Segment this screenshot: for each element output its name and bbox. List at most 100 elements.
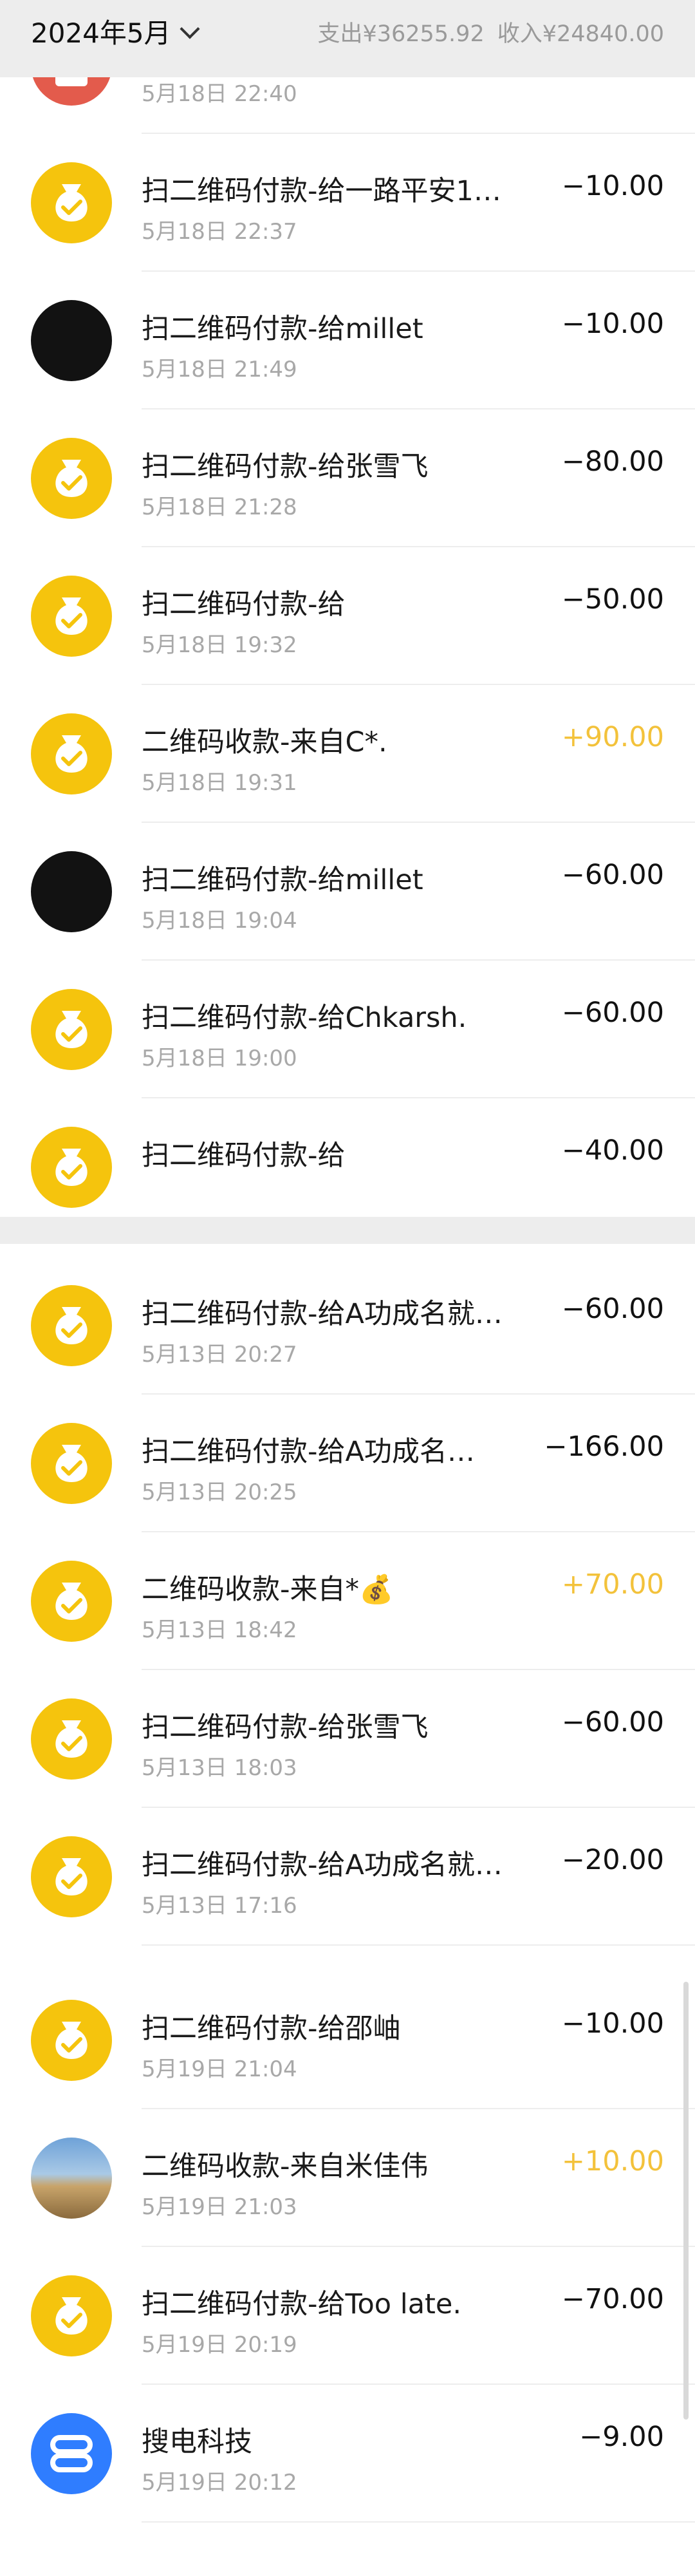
money-bag-icon bbox=[31, 1698, 112, 1780]
money-bag-icon bbox=[31, 2000, 112, 2081]
avatar bbox=[31, 300, 112, 381]
transaction-time: 5月19日 20:12 bbox=[142, 2470, 297, 2496]
money-bag-icon bbox=[31, 576, 112, 657]
transaction-time: 5月18日 22:40 bbox=[142, 81, 297, 107]
transaction-row[interactable]: 搜电科技 5月19日 20:12 −9.00 bbox=[0, 2385, 695, 2523]
transaction-time: 5月19日 20:19 bbox=[142, 2332, 297, 2358]
transaction-time: 5月13日 18:03 bbox=[142, 1755, 297, 1781]
income-total: 收入¥24840.00 bbox=[497, 21, 664, 47]
transaction-time: 5月13日 20:27 bbox=[142, 1342, 297, 1368]
transaction-row[interactable]: 扫二维码付款-给Chkarsh. 5月18日 19:00 −60.00 bbox=[0, 961, 695, 1098]
money-bag-icon bbox=[31, 162, 112, 243]
money-bag-icon bbox=[31, 713, 112, 794]
transaction-time: 5月19日 21:03 bbox=[142, 2194, 297, 2220]
transaction-amount: −166.00 bbox=[544, 1431, 665, 1463]
transaction-amount: −60.00 bbox=[561, 859, 664, 891]
transaction-list-section-3: 扫二维码付款-给邵岫 5月19日 21:04 −10.00 二维码收款-来自米佳伟 5月… bbox=[0, 1965, 695, 2576]
transaction-row[interactable]: 扫二维码付款-给Too late. 5月19日 20:19 −70.00 bbox=[0, 2247, 695, 2385]
transaction-amount: −20.00 bbox=[561, 1844, 664, 1876]
money-bag-icon bbox=[31, 1561, 112, 1642]
red-envelope-icon bbox=[31, 77, 112, 106]
transaction-list-section-2: 扫二维码付款-给A功成名就… 5月13日 20:27 −60.00 扫二维码付款-给A… bbox=[0, 1244, 695, 1965]
transaction-title: 扫二维码付款-给A功成名就… bbox=[142, 1849, 503, 1881]
transaction-row[interactable]: 扫二维码付款-给A功成名就… 5月13日 20:27 −60.00 bbox=[0, 1257, 695, 1395]
transaction-amount: −60.00 bbox=[561, 997, 664, 1029]
transaction-amount: −70.00 bbox=[561, 2283, 664, 2315]
transaction-row[interactable]: 扫二维码付款-给 5月18日 19:32 −50.00 bbox=[0, 547, 695, 685]
transaction-amount: −60.00 bbox=[561, 1293, 664, 1325]
bill-header: 2024年5月 支出¥36255.92 收入¥24840.00 bbox=[0, 0, 695, 77]
transaction-row[interactable]: 扫二维码付款-给张雪飞 5月13日 18:03 −60.00 bbox=[0, 1670, 695, 1808]
transaction-time: 5月18日 21:28 bbox=[142, 494, 297, 520]
transaction-amount: −10.00 bbox=[561, 308, 664, 340]
transaction-title: 扫二维码付款-给Chkarsh. bbox=[142, 1002, 467, 1034]
transaction-amount: −40.00 bbox=[561, 1134, 664, 1167]
transaction-row[interactable]: 扫二维码付款-给A功成名就… 5月13日 17:16 −20.00 bbox=[0, 1808, 695, 1946]
month-selector[interactable]: 2024年5月 bbox=[31, 12, 200, 51]
month-label: 2024年5月 bbox=[31, 17, 171, 49]
transaction-title: 二维码收款-来自米佳伟 bbox=[142, 2150, 429, 2183]
transaction-row[interactable]: 扫二维码付款-给millet 5月18日 21:49 −10.00 bbox=[0, 272, 695, 409]
money-bag-icon bbox=[31, 1285, 112, 1366]
transaction-row[interactable]: 二维码收款-来自*💰 5月13日 18:42 +70.00 bbox=[0, 1532, 695, 1670]
transaction-amount: +90.00 bbox=[561, 721, 664, 753]
transaction-amount: +70.00 bbox=[561, 1568, 664, 1601]
transaction-title: 扫二维码付款-给 bbox=[142, 1140, 346, 1172]
transaction-title: 扫二维码付款-给张雪飞 bbox=[142, 451, 429, 483]
transaction-title: 扫二维码付款-给A功成名就… bbox=[142, 1298, 503, 1330]
transaction-time: 5月13日 18:42 bbox=[142, 1617, 297, 1643]
transaction-time: 5月18日 22:37 bbox=[142, 219, 297, 245]
transaction-row[interactable]: 扫二维码付款-给A功成名… 5月13日 20:25 −166.00 bbox=[0, 1395, 695, 1532]
chevron-down-icon bbox=[180, 19, 200, 39]
transaction-title: 搜电科技 bbox=[142, 2426, 252, 2458]
screenshot-seam bbox=[0, 1217, 695, 1244]
transaction-row[interactable]: 二维码收款-来自米佳伟 5月19日 21:03 +10.00 bbox=[0, 2109, 695, 2247]
money-bag-icon bbox=[31, 1423, 112, 1504]
transaction-row[interactable]: 扫二维码付款-给邵岫 5月19日 21:04 −10.00 bbox=[0, 1971, 695, 2109]
money-bag-icon bbox=[31, 1127, 112, 1208]
money-bag-icon bbox=[31, 989, 112, 1070]
money-bag-icon bbox=[31, 1836, 112, 1917]
transaction-amount: +10.00 bbox=[561, 2145, 664, 2177]
transaction-amount: −10.00 bbox=[561, 2007, 664, 2040]
transaction-row[interactable]: 微信红包-发给张雪飞5月18日 22:40−100.00 bbox=[0, 77, 695, 134]
transaction-title: 扫二维码付款-给millet bbox=[142, 313, 423, 345]
transaction-title: 扫二维码付款-给邵岫 bbox=[142, 2013, 401, 2045]
money-bag-icon bbox=[31, 2275, 112, 2356]
row-divider bbox=[142, 2521, 695, 2523]
transaction-title: 扫二维码付款-给 bbox=[142, 588, 346, 621]
transaction-title: 扫二维码付款-给Too late. bbox=[142, 2288, 462, 2320]
transaction-row[interactable]: 二维码收款-来自C*. 5月18日 19:31 +90.00 bbox=[0, 685, 695, 823]
month-summary: 支出¥36255.92 收入¥24840.00 bbox=[304, 15, 664, 48]
transaction-row[interactable]: 扫二维码付款-给 −40.00 bbox=[0, 1098, 695, 1217]
expense-total: 支出¥36255.92 bbox=[317, 21, 485, 47]
transaction-title: 扫二维码付款-给一路平安1… bbox=[142, 175, 501, 207]
transaction-amount: −60.00 bbox=[561, 1706, 664, 1738]
row-divider bbox=[142, 1944, 695, 1946]
transaction-time: 5月18日 21:49 bbox=[142, 357, 297, 382]
transaction-amount: −50.00 bbox=[561, 583, 664, 616]
avatar bbox=[31, 851, 112, 932]
transaction-time: 5月18日 19:04 bbox=[142, 908, 297, 934]
scrollbar[interactable] bbox=[683, 1982, 689, 2420]
transaction-time: 5月18日 19:31 bbox=[142, 770, 297, 796]
transaction-title: 二维码收款-来自*💰 bbox=[142, 1574, 394, 1606]
transaction-title: 扫二维码付款-给张雪飞 bbox=[142, 1711, 429, 1744]
transaction-amount: −10.00 bbox=[561, 170, 664, 202]
transaction-title: 扫二维码付款-给millet bbox=[142, 864, 423, 896]
transaction-row[interactable]: 扫二维码付款-给张雪飞 5月18日 21:28 −80.00 bbox=[0, 409, 695, 547]
transaction-time: 5月18日 19:32 bbox=[142, 632, 297, 658]
transaction-list-section-1: 微信红包-发给张雪飞5月18日 22:40−100.00扫二维码付款-给一路平安… bbox=[0, 77, 695, 1217]
transaction-amount: −9.00 bbox=[579, 2421, 664, 2453]
avatar bbox=[31, 2138, 112, 2219]
transaction-time: 5月13日 20:25 bbox=[142, 1480, 297, 1505]
money-bag-icon bbox=[31, 438, 112, 519]
transaction-row[interactable]: 扫二维码付款-给一路平安1… 5月18日 22:37 −10.00 bbox=[0, 134, 695, 272]
soudian-logo-icon bbox=[31, 2413, 112, 2494]
transaction-row[interactable]: 扫二维码付款-给millet 5月18日 19:04 −60.00 bbox=[0, 823, 695, 961]
transaction-time: 5月13日 17:16 bbox=[142, 1893, 297, 1919]
transaction-time: 5月18日 19:00 bbox=[142, 1046, 297, 1071]
transaction-time: 5月19日 21:04 bbox=[142, 2056, 297, 2082]
transaction-title: 扫二维码付款-给A功成名… bbox=[142, 1436, 475, 1468]
transaction-amount: −80.00 bbox=[561, 446, 664, 478]
